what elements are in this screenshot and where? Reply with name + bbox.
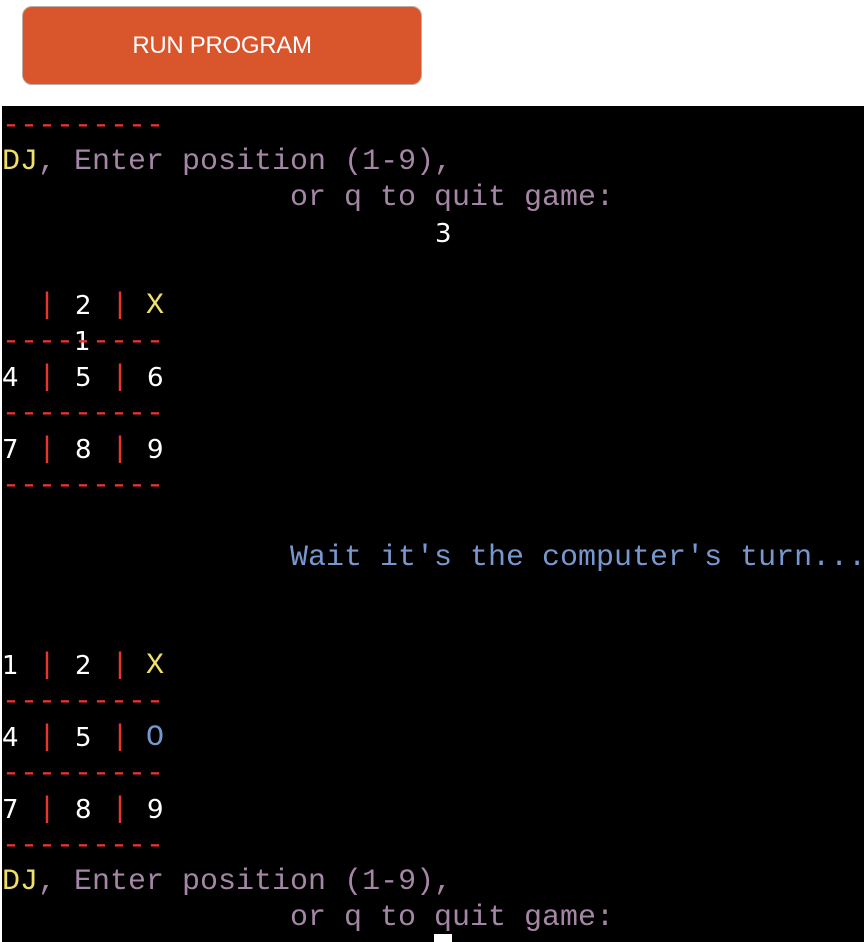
board-pipe: | [111,433,130,467]
board-cell: 7 [2,435,19,465]
board-separator: --------- [2,325,165,359]
board-cell: 8 [75,435,92,465]
prompt-text: , Enter position (1-9), [38,145,453,179]
board-pipe: | [111,721,130,755]
board-separator: --------- [2,109,165,143]
board-cell-x: X [146,289,165,323]
board-cell: 1 [2,651,19,681]
board-cell-x: X [146,649,165,683]
board-cell: 7 [2,795,19,825]
board-cell-o: O [146,721,165,755]
prompt-text-quit: or q to quit game: [290,901,615,935]
board-pipe: | [111,793,130,827]
board-cell: 9 [147,435,164,465]
board-pipe: | [111,649,130,683]
board-pipe: | [38,649,57,683]
board-pipe: | [38,721,57,755]
board-cell: 5 [75,363,92,393]
board-cell: 6 [147,363,164,393]
board-cell: 2 [75,651,92,681]
terminal-output[interactable]: --------- DJ, Enter position (1-9), or q… [2,106,864,942]
computer-turn-message: Wait it's the computer's turn... [290,541,864,575]
prompt-text-quit: or q to quit game: [290,181,615,215]
board-pipe: | [38,361,57,395]
board-separator: --------- [2,829,165,863]
board-pipe: | [111,361,130,395]
board-cell: 9 [147,795,164,825]
board-pipe: | [111,289,130,323]
board-separator: --------- [2,397,165,431]
board-pipe: | [38,289,57,323]
player-name: DJ [2,865,39,899]
prompt-text: , Enter position (1-9), [38,865,453,899]
board-cell: 8 [75,795,92,825]
board-separator: --------- [2,685,165,719]
board-cell: 5 [75,723,92,753]
prompt-line: DJ, Enter position (1-9), [2,864,452,900]
player-name: DJ [2,145,39,179]
board-pipe: | [38,793,57,827]
prompt-line: DJ, Enter position (1-9), [2,144,452,180]
board-separator: --------- [2,469,165,503]
board-cell: 4 [2,723,19,753]
run-program-button[interactable]: RUN PROGRAM [22,6,422,85]
board-cell: 2 [75,291,92,321]
text-cursor[interactable] [434,934,452,942]
user-input-value: 3 [435,219,452,249]
board-cell: 4 [2,363,19,393]
board-pipe: | [38,433,57,467]
board-separator: --------- [2,757,165,791]
